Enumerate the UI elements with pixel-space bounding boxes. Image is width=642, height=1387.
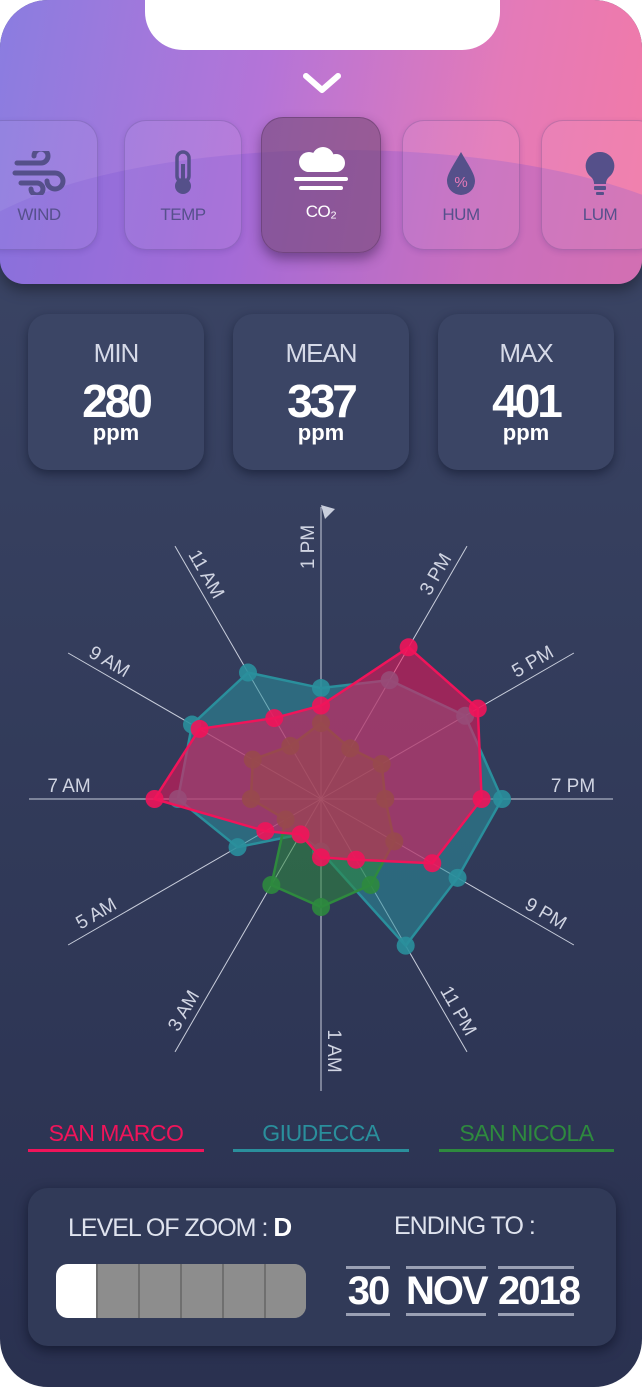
date-year: 2018 (498, 1269, 581, 1313)
zoom-panel: LEVEL OF ZOOM : D ENDING TO : 30 NOV 201… (28, 1188, 616, 1346)
axis-arrow-icon (321, 505, 335, 519)
radar-point (312, 696, 330, 715)
radar-point (396, 936, 415, 955)
radar-point (256, 822, 275, 841)
sensor-label-lum: LUM (582, 205, 618, 224)
radar-axis-label: 11 PM (435, 983, 480, 1040)
sensor-label-wind: WIND (17, 205, 61, 224)
radar-point (448, 868, 467, 887)
legend-item-san-marco[interactable]: SAN MARCO (28, 1120, 204, 1152)
radar-point (145, 790, 164, 808)
zoom-segment[interactable] (98, 1264, 140, 1318)
chevron-down-icon[interactable] (302, 70, 342, 98)
radar-point (312, 679, 330, 698)
zoom-segment[interactable] (224, 1264, 266, 1318)
droplet-percent-icon: % (403, 149, 519, 197)
zoom-segment[interactable] (266, 1264, 306, 1318)
legend-label: SAN MARCO (48, 1120, 184, 1146)
zoom-segment[interactable] (56, 1264, 98, 1318)
legend-underline (233, 1149, 409, 1152)
stat-title: MIN (93, 338, 140, 368)
radar-point (312, 898, 330, 917)
picker-line (406, 1313, 486, 1316)
radar-point (347, 850, 366, 869)
radar-point (190, 719, 209, 738)
radar-chart: 1 PM3 PM5 PM7 PM9 PM11 PM1 AM3 AM5 AM7 A… (29, 505, 613, 1091)
date-year-picker[interactable]: 2018 (498, 1264, 581, 1318)
sensor-label-co2: CO₂ (305, 202, 337, 221)
stat-unit: ppm (92, 420, 140, 445)
zoom-level-slider[interactable] (56, 1264, 306, 1318)
zoom-label-text: LEVEL OF ZOOM : (68, 1214, 274, 1242)
zoom-segment[interactable] (140, 1264, 182, 1318)
wind-icon (0, 149, 97, 197)
stat-unit: ppm (297, 420, 345, 445)
radar-point (472, 790, 491, 808)
legend-underline (28, 1149, 204, 1152)
radar-point (468, 699, 487, 718)
sensor-label-hum: HUM (442, 205, 480, 224)
picker-line (498, 1266, 574, 1269)
stat-unit: ppm (502, 420, 550, 445)
lightbulb-icon (542, 149, 642, 197)
sensor-tab-hum[interactable]: % HUM (402, 120, 520, 250)
legend-item-san-nicola[interactable]: SAN NICOLA (439, 1120, 614, 1152)
legend-underline (439, 1149, 614, 1152)
picker-line (406, 1266, 486, 1269)
picker-line (346, 1313, 390, 1316)
radar-axis-label: 7 PM (551, 776, 595, 797)
radar-axis-label: 7 AM (47, 776, 90, 797)
legend-item-giudecca[interactable]: GIUDECCA (233, 1120, 409, 1152)
zoom-level-value: D (273, 1212, 292, 1242)
sensor-header: WIND TEMP CO₂ % HUM LUM (0, 0, 642, 284)
radar-axis-label: 11 AM (184, 547, 228, 603)
sensor-tab-wind[interactable]: WIND (0, 120, 98, 250)
legend-label: SAN NICOLA (459, 1120, 594, 1146)
stat-card-max: MAX 401 ppm (438, 314, 614, 470)
date-day-picker[interactable]: 30 (346, 1264, 390, 1318)
radar-point (265, 709, 284, 728)
radar-point (399, 638, 418, 657)
cloud-icon (262, 146, 380, 194)
stat-card-mean: MEAN 337 ppm (233, 314, 409, 470)
zoom-segment[interactable] (182, 1264, 224, 1318)
radar-point (423, 854, 442, 873)
sensor-tab-co2[interactable]: CO₂ (261, 117, 381, 253)
stat-title: MAX (499, 338, 553, 368)
zoom-level-label: LEVEL OF ZOOM : D (68, 1212, 292, 1243)
stat-title: MEAN (285, 338, 357, 368)
radar-point (262, 875, 281, 894)
ending-to-label: ENDING TO : (394, 1212, 536, 1240)
sensor-tab-temp[interactable]: TEMP (124, 120, 242, 250)
picker-line (346, 1266, 390, 1269)
date-month-picker[interactable]: NOV (406, 1264, 489, 1318)
radar-axis-label: 1 AM (323, 1029, 344, 1072)
radar-point (361, 875, 380, 894)
radar-point (312, 848, 330, 867)
radar-point (291, 825, 310, 844)
radar-point (493, 790, 512, 808)
phone-notch (145, 0, 500, 50)
sensor-label-temp: TEMP (160, 205, 206, 224)
stat-card-min: MIN 280 ppm (28, 314, 204, 470)
date-day: 30 (347, 1269, 391, 1313)
thermometer-icon (125, 149, 241, 197)
picker-line (498, 1313, 574, 1316)
legend-label: GIUDECCA (262, 1120, 380, 1146)
sensor-tab-lum[interactable]: LUM (541, 120, 642, 250)
svg-text:%: % (454, 174, 467, 191)
radar-point (228, 838, 247, 857)
radar-point (239, 663, 257, 682)
radar-axis-label: 1 PM (298, 525, 319, 569)
phone-screen: WIND TEMP CO₂ % HUM LUM MIN 280 ppm MEAN… (0, 0, 642, 1387)
date-month: NOV (406, 1269, 489, 1313)
